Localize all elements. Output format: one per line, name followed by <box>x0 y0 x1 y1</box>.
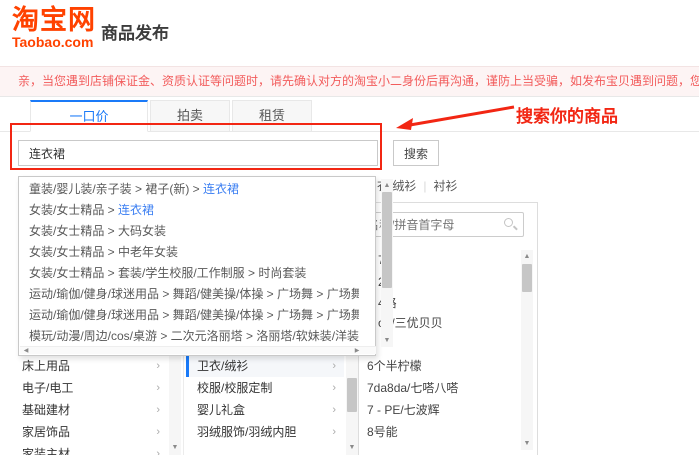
search-magnifier-icon[interactable] <box>504 218 517 231</box>
taobao-logo[interactable]: 淘宝网 Taobao.com <box>12 6 102 50</box>
annotation-label: 搜索你的商品 <box>516 102 618 127</box>
brand-item-clipped[interactable]: ob/三优贝贝 <box>378 313 518 333</box>
category-item-bedding[interactable]: 床上用品› <box>18 355 168 377</box>
suggestion-list: 童装/婴儿装/亲子装 > 裙子(新) > 连衣裙 女装/女士精品 > 连衣裙 女… <box>19 179 359 347</box>
scrollbar-thumb[interactable] <box>382 192 392 288</box>
tab-auction[interactable]: 拍卖 <box>150 100 230 132</box>
suggestion-item[interactable]: 女装/女士精品 > 中老年女装 <box>19 242 359 263</box>
chevron-right-icon: › <box>332 377 336 399</box>
suggestion-item[interactable]: 模玩/动漫/周边/cos/桌游 > 二次元洛丽塔 > 洛丽塔/软妹装/洋装 <box>19 326 359 347</box>
scroll-up-arrow-icon[interactable]: ▲ <box>381 180 393 191</box>
scroll-up-arrow-icon[interactable]: ▲ <box>521 251 533 262</box>
tab-fixed-price[interactable]: 一口价 <box>30 100 148 132</box>
chevron-right-icon: › <box>156 355 160 377</box>
dropdown-scrollbar-horizontal[interactable]: ◀ ▶ <box>20 346 376 354</box>
scroll-left-arrow-icon[interactable]: ◀ <box>21 347 31 355</box>
product-search-input[interactable] <box>18 140 378 166</box>
chevron-right-icon: › <box>332 421 336 443</box>
suggestion-item[interactable]: 童装/婴儿装/亲子装 > 裙子(新) > 连衣裙 <box>19 179 359 200</box>
scroll-right-arrow-icon[interactable]: ▶ <box>352 347 362 355</box>
tab-lease[interactable]: 租赁 <box>232 100 312 132</box>
scrollbar-thumb[interactable] <box>522 264 532 292</box>
brand-item-clipped[interactable]: 2b <box>378 272 518 292</box>
suggestion-item[interactable]: 女装/女士精品 > 套装/学生校服/工作制服 > 时尚套装 <box>19 263 359 284</box>
suggestion-item[interactable]: 女装/女士精品 > 大码女装 <box>19 221 359 242</box>
category-item-baby-gift-box[interactable]: 婴儿礼盒› <box>186 399 344 421</box>
page-title: 商品发布 <box>101 19 169 44</box>
category-column-1-scrollbar[interactable]: ▼ <box>169 354 181 455</box>
matched-keyword: 连衣裙 <box>203 182 239 196</box>
suggestion-item[interactable]: 运动/瑜伽/健身/球迷用品 > 舞蹈/健美操/体操 > 广场舞 > 广场舞连衣裙 <box>19 284 359 305</box>
category-item-home-decor[interactable]: 家居饰品› <box>18 421 168 443</box>
category-item-electronics[interactable]: 电子/电工› <box>18 377 168 399</box>
column-divider <box>183 354 184 455</box>
annotation-arrow-icon <box>396 100 521 134</box>
scroll-down-arrow-icon[interactable]: ▼ <box>169 442 181 453</box>
security-notice-text: 亲，当您遇到店铺保证金、资质认证等问题时，请先确认对方的淘宝小二身份后再沟通，谨… <box>18 74 699 88</box>
brand-item[interactable]: 6个半柠檬 <box>367 355 517 377</box>
chevron-right-icon: › <box>156 443 160 455</box>
category-column-2-scrollbar[interactable]: ▼ <box>346 354 358 455</box>
chevron-right-icon: › <box>332 355 336 377</box>
category-item-home-improvement[interactable]: 家装主材› <box>18 443 168 455</box>
taobao-logo-en: Taobao.com <box>12 34 102 50</box>
category-item-hoodies[interactable]: 卫衣/绒衫› <box>186 355 344 377</box>
brand-item[interactable]: 8号能 <box>367 421 517 443</box>
brand-item[interactable]: 7 - PE/七波辉 <box>367 399 517 421</box>
breadcrumb-separator: | <box>423 179 426 193</box>
chevron-right-icon: › <box>156 399 160 421</box>
brand-item[interactable]: 7da8da/七嗒八嗒 <box>367 377 517 399</box>
category-suggestion-dropdown: 童装/婴儿装/亲子装 > 裙子(新) > 连衣裙 女装/女士精品 > 连衣裙 女… <box>18 176 376 356</box>
matched-keyword: 连衣裙 <box>118 203 154 217</box>
category-item-building-materials[interactable]: 基础建材› <box>18 399 168 421</box>
brand-item-clipped[interactable]: 4路 <box>378 293 518 313</box>
brand-item-clipped[interactable]: 7 <box>378 250 518 270</box>
taobao-logo-cn: 淘宝网 <box>12 6 102 34</box>
scrollbar-thumb[interactable] <box>347 378 357 412</box>
scroll-down-arrow-icon[interactable]: ▼ <box>521 438 533 449</box>
scroll-down-arrow-icon[interactable]: ▼ <box>381 335 393 346</box>
chevron-right-icon: › <box>156 421 160 443</box>
security-notice-bar: 亲，当您遇到店铺保证金、资质认证等问题时，请先确认对方的淘宝小二身份后再沟通，谨… <box>0 66 699 97</box>
suggestion-item[interactable]: 运动/瑜伽/健身/球迷用品 > 舞蹈/健美操/体操 > 广场舞 > 广场舞套装 <box>19 305 359 326</box>
category-item-down-clothing[interactable]: 羽绒服饰/羽绒内胆› <box>186 421 344 443</box>
brand-list-scrollbar[interactable]: ▲ ▼ <box>521 250 533 450</box>
chevron-right-icon: › <box>332 399 336 421</box>
suggestion-item[interactable]: 女装/女士精品 > 连衣裙 <box>19 200 359 221</box>
dropdown-scrollbar-vertical[interactable]: ▲ ▼ <box>381 179 393 347</box>
publish-page: 淘宝网 Taobao.com 商品发布 亲，当您遇到店铺保证金、资质认证等问题时… <box>0 0 699 455</box>
scroll-down-arrow-icon[interactable]: ▼ <box>346 442 358 453</box>
search-button[interactable]: 搜索 <box>393 140 439 166</box>
category-item-school-uniform[interactable]: 校服/校服定制› <box>186 377 344 399</box>
chevron-right-icon: › <box>156 377 160 399</box>
